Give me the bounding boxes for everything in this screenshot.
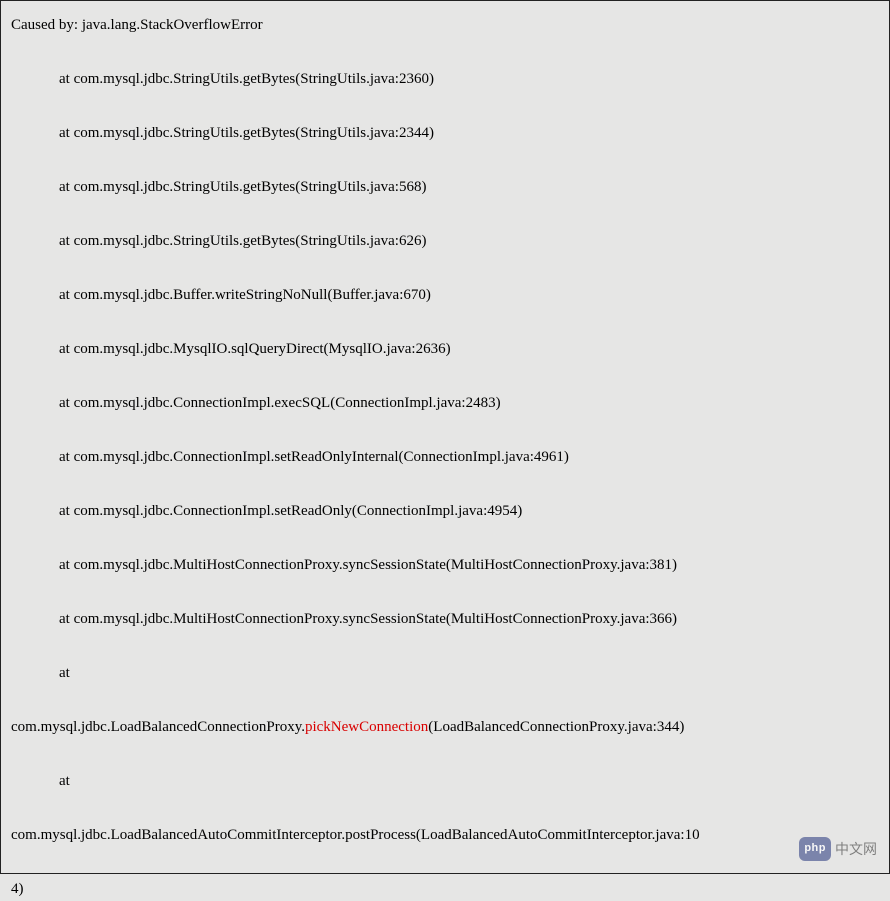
stack-frame-class: com.mysql.jdbc.LoadBalancedConnectionPro… (11, 719, 305, 735)
stack-frame-at: at (59, 769, 879, 793)
stack-frame: at com.mysql.jdbc.ConnectionImpl.execSQL… (59, 391, 879, 415)
stack-frame: at com.mysql.jdbc.StringUtils.getBytes(S… (59, 67, 879, 91)
stack-frame-wrapped: com.mysql.jdbc.LoadBalancedAutoCommitInt… (11, 823, 879, 847)
watermark: php 中文网 (799, 837, 877, 861)
stack-frame: at com.mysql.jdbc.StringUtils.getBytes(S… (59, 175, 879, 199)
stack-frame: at com.mysql.jdbc.StringUtils.getBytes(S… (59, 229, 879, 253)
stack-frame-wrapped: com.mysql.jdbc.LoadBalancedConnectionPro… (11, 715, 879, 739)
stack-frame: at com.mysql.jdbc.MultiHostConnectionPro… (59, 607, 879, 631)
stack-frame-location: (LoadBalancedConnectionProxy.java:344) (428, 719, 684, 735)
stack-frame: at com.mysql.jdbc.StringUtils.getBytes(S… (59, 121, 879, 145)
highlighted-method: pickNewConnection (305, 719, 428, 735)
stack-frame-trail: 4) (11, 877, 879, 901)
stack-frame-at: at (59, 661, 879, 685)
stack-frame: at com.mysql.jdbc.ConnectionImpl.setRead… (59, 445, 879, 469)
exception-header: Caused by: java.lang.StackOverflowError (11, 13, 879, 37)
stack-frame: at com.mysql.jdbc.MysqlIO.sqlQueryDirect… (59, 337, 879, 361)
stack-frame: at com.mysql.jdbc.Buffer.writeStringNoNu… (59, 283, 879, 307)
watermark-text: 中文网 (835, 838, 877, 860)
stack-frame: at com.mysql.jdbc.ConnectionImpl.setRead… (59, 499, 879, 523)
stack-frame: at com.mysql.jdbc.MultiHostConnectionPro… (59, 553, 879, 577)
php-badge-icon: php (799, 837, 831, 861)
